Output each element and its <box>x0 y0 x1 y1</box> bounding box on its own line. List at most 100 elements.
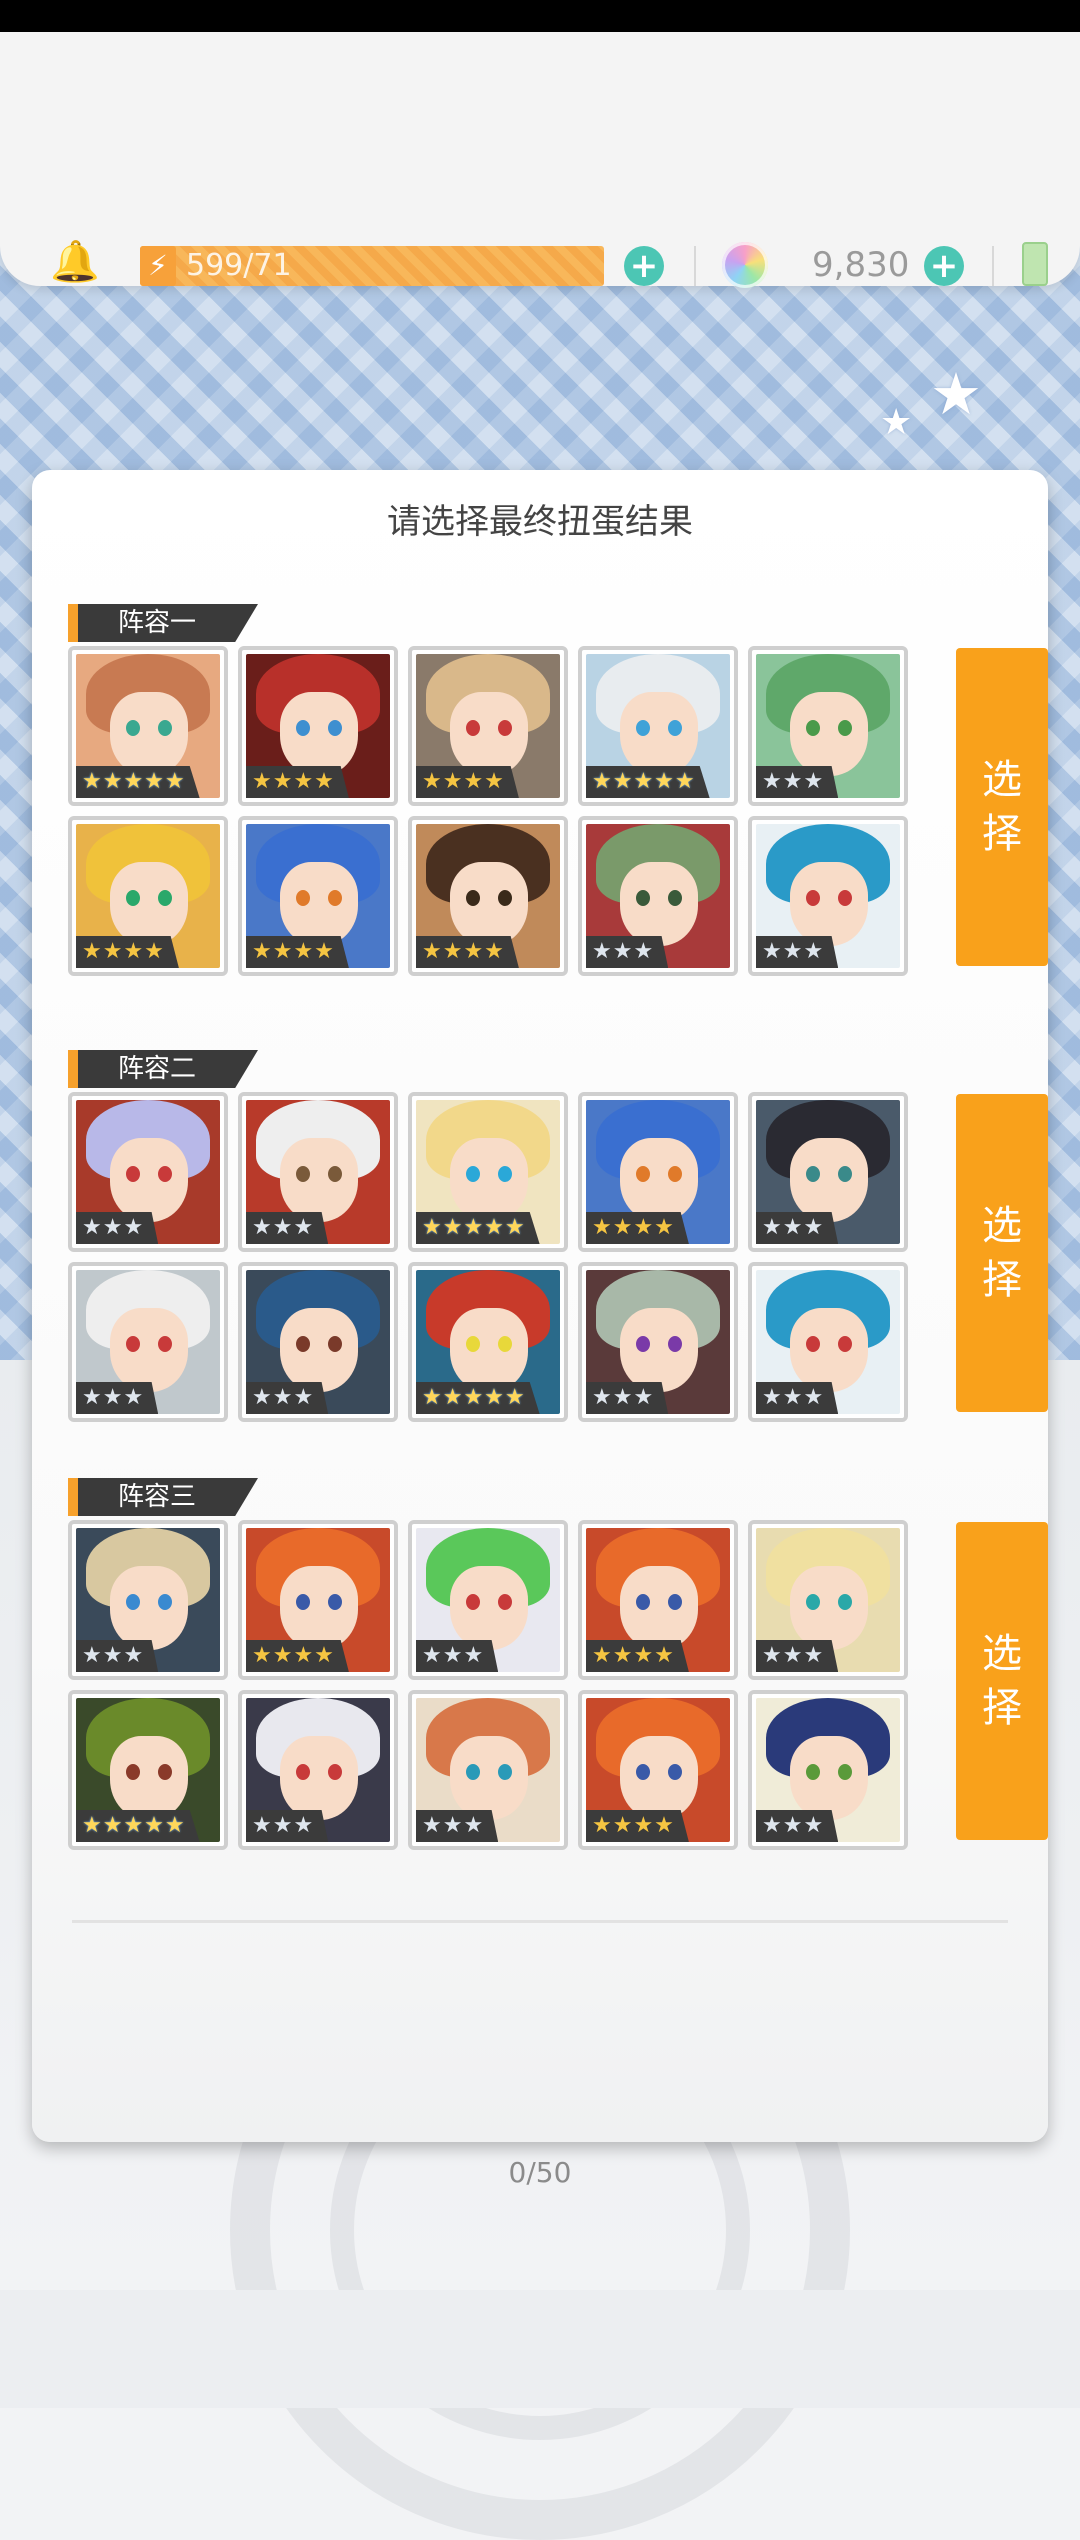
hero-card[interactable]: ★★★ <box>748 1092 908 1252</box>
hero-eye <box>296 1166 310 1182</box>
hero-card[interactable]: ★★★★ <box>578 1092 738 1252</box>
team-label: 阵容一 <box>68 604 258 642</box>
hero-card[interactable]: ★★★ <box>68 1262 228 1422</box>
select-team-1-button[interactable]: 选 择 <box>956 648 1048 966</box>
hero-eye <box>328 1336 342 1352</box>
hero-card[interactable]: ★★★ <box>68 1092 228 1252</box>
hero-eye <box>158 890 172 906</box>
star-rating: ★★★★ <box>76 936 179 968</box>
star-rating: ★★★ <box>246 1810 329 1842</box>
add-energy-button[interactable]: + <box>624 246 664 286</box>
star-rating: ★★★★★ <box>586 766 710 798</box>
hero-card[interactable]: ★★★ <box>748 1690 908 1850</box>
star-rating: ★★★ <box>246 1212 329 1244</box>
hero-face <box>450 862 528 946</box>
add-gems-button[interactable]: + <box>924 246 964 286</box>
hero-face <box>790 1138 868 1222</box>
energy-value: 599/71 <box>186 248 292 283</box>
hero-card[interactable]: ★★★★ <box>238 646 398 806</box>
hero-eye <box>328 1764 342 1780</box>
hero-card[interactable]: ★★★★★ <box>68 1690 228 1850</box>
hero-eye <box>126 1764 140 1780</box>
hero-face <box>110 1308 188 1392</box>
hero-eye <box>328 1166 342 1182</box>
star-rating: ★★★ <box>586 936 669 968</box>
star-rating: ★★★★★ <box>76 1810 200 1842</box>
hero-card[interactable]: ★★★ <box>68 1520 228 1680</box>
hero-eye <box>838 890 852 906</box>
hero-card[interactable]: ★★★★ <box>578 1690 738 1850</box>
dialog-title: 请选择最终扭蛋结果 <box>387 502 693 542</box>
star-rating: ★★★★ <box>586 1810 689 1842</box>
hero-card[interactable]: ★★★ <box>748 646 908 806</box>
hero-card[interactable]: ★★★★ <box>238 1520 398 1680</box>
select-team-2-button[interactable]: 选 择 <box>956 1094 1048 1412</box>
star-rating: ★★★ <box>416 1810 499 1842</box>
hero-card[interactable]: ★★★ <box>748 1262 908 1422</box>
star-rating: ★★★ <box>76 1640 159 1672</box>
hero-eye <box>466 1764 480 1780</box>
select-label-char: 择 <box>982 1685 1022 1731</box>
hero-card[interactable]: ★★★★★ <box>68 646 228 806</box>
hero-eye <box>498 1166 512 1182</box>
select-label-char: 选 <box>982 757 1022 803</box>
hero-eye <box>466 720 480 736</box>
hero-face <box>110 1566 188 1650</box>
star-rating: ★★★★ <box>586 1212 689 1244</box>
hero-card[interactable]: ★★★ <box>578 816 738 976</box>
hero-face <box>280 1736 358 1820</box>
select-team-3-button[interactable]: 选 择 <box>956 1522 1048 1840</box>
hero-card[interactable]: ★★★ <box>238 1262 398 1422</box>
hero-face <box>450 1566 528 1650</box>
hero-face <box>110 1736 188 1820</box>
bell-icon[interactable]: 🔔 <box>50 242 100 282</box>
resource-bar: 🔔 ⚡ 599/71 + 9,830 + <box>0 32 1080 288</box>
divider <box>694 246 696 286</box>
hero-eye <box>296 1764 310 1780</box>
hero-eye <box>806 1594 820 1610</box>
hero-card[interactable]: ★★★★ <box>238 816 398 976</box>
star-rating: ★★★★★ <box>416 1382 540 1414</box>
hero-eye <box>668 1166 682 1182</box>
hero-card[interactable]: ★★★★★ <box>408 1092 568 1252</box>
hero-card[interactable]: ★★★★★ <box>578 646 738 806</box>
hero-card[interactable]: ★★★★ <box>408 816 568 976</box>
hero-card[interactable]: ★★★ <box>238 1690 398 1850</box>
hero-face <box>110 692 188 776</box>
gem-count: 9,830 <box>812 245 910 285</box>
hero-face <box>280 1138 358 1222</box>
hero-eye <box>838 1764 852 1780</box>
star-rating: ★★★★★ <box>76 766 200 798</box>
star-rating: ★★★★ <box>586 1640 689 1672</box>
bottom-bar <box>0 2290 1080 2408</box>
hero-card[interactable]: ★★★★★ <box>408 1262 568 1422</box>
team-label: 阵容二 <box>68 1050 258 1088</box>
hero-card[interactable]: ★★★★ <box>68 816 228 976</box>
star-rating: ★★★ <box>246 1382 329 1414</box>
hero-card[interactable]: ★★★★ <box>578 1520 738 1680</box>
hero-eye <box>328 1594 342 1610</box>
select-label-char: 择 <box>982 1257 1022 1303</box>
hero-card[interactable]: ★★★ <box>238 1092 398 1252</box>
hero-card[interactable]: ★★★ <box>408 1690 568 1850</box>
hero-eye <box>466 1166 480 1182</box>
hero-card[interactable]: ★★★ <box>748 1520 908 1680</box>
hero-eye <box>498 1764 512 1780</box>
hero-face <box>110 862 188 946</box>
battery-icon <box>1022 242 1048 286</box>
hero-eye <box>498 1336 512 1352</box>
hero-eye <box>158 1594 172 1610</box>
hero-card[interactable]: ★★★ <box>748 816 908 976</box>
hero-eye <box>466 1336 480 1352</box>
hero-eye <box>158 720 172 736</box>
hero-card[interactable]: ★★★ <box>578 1262 738 1422</box>
final-gacha-dialog: 请选择最终扭蛋结果 阵容一 ★★★★★ ★★★★ ★★★★ ★★★★★ ★★★ ★★★★ ★… <box>32 470 1048 2142</box>
hero-eye <box>668 1336 682 1352</box>
hero-card[interactable]: ★★★★ <box>408 646 568 806</box>
hero-eye <box>636 1764 650 1780</box>
hero-face <box>450 1308 528 1392</box>
star-rating: ★★★★ <box>246 936 349 968</box>
hero-eye <box>668 720 682 736</box>
hero-card[interactable]: ★★★ <box>408 1520 568 1680</box>
hero-face <box>790 1566 868 1650</box>
